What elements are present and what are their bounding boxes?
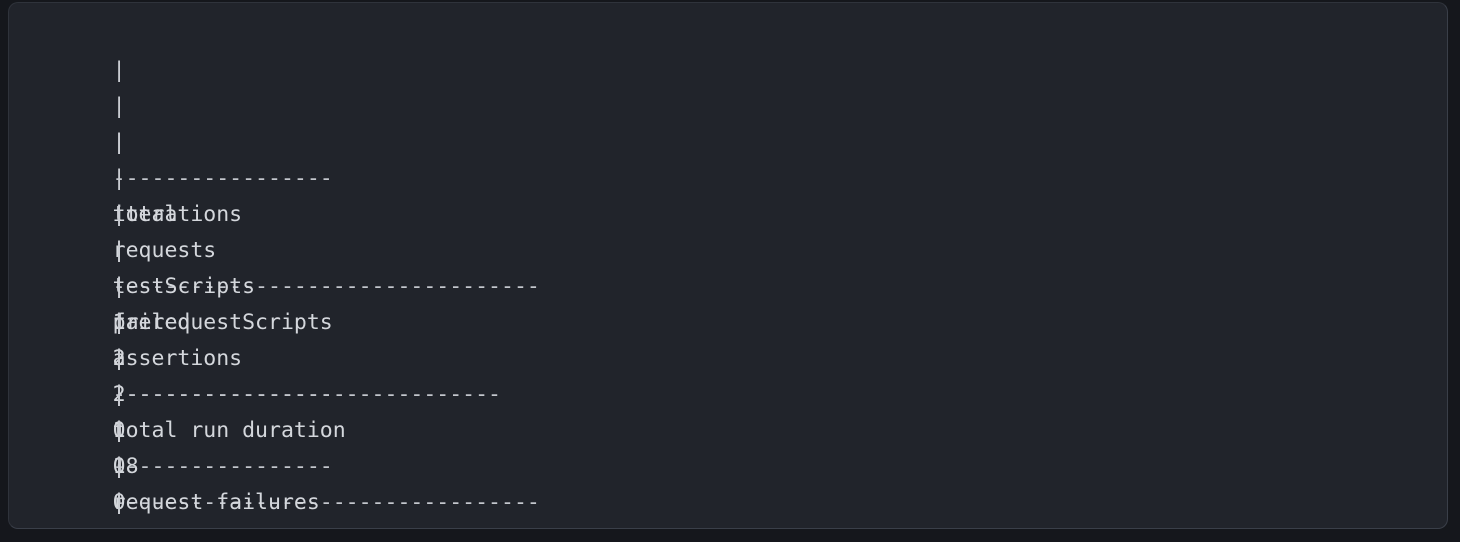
pipe-divider: | bbox=[112, 130, 126, 155]
table-separator-row: | ----------------- | ------------------… bbox=[35, 53, 1447, 443]
pipe-divider: | bbox=[112, 94, 126, 119]
pipe-divider: | bbox=[112, 346, 126, 371]
pipe-divider: | bbox=[112, 310, 126, 335]
separator-col1: ----------------- bbox=[112, 382, 333, 407]
table-row: | requests | 2 | 0 | bbox=[35, 125, 1447, 515]
pipe-divider: | bbox=[112, 202, 126, 227]
metric-name: requests bbox=[112, 238, 217, 263]
terminal-panel: | | total | failed | | -----------------… bbox=[8, 2, 1448, 529]
separator-col1: ----------------- bbox=[112, 166, 333, 191]
pipe-divider: | bbox=[112, 166, 126, 191]
pipe-divider: | bbox=[112, 490, 126, 515]
metric-name: assertions bbox=[112, 346, 243, 371]
pipe-divider: | bbox=[112, 454, 126, 479]
table-header-row: | | total | failed | bbox=[35, 17, 1447, 371]
metric-name: prerequestScripts bbox=[112, 310, 333, 335]
terminal-output: | | total | failed | | -----------------… bbox=[35, 17, 1447, 528]
metric-name: iterations bbox=[112, 202, 243, 227]
pipe-divider: | bbox=[113, 521, 128, 528]
pipe-divider: | bbox=[112, 58, 126, 83]
pipe-divider: | bbox=[112, 238, 126, 263]
duration-label: total run duration bbox=[112, 418, 346, 443]
failures-request-label: request failures bbox=[112, 490, 320, 515]
separator-col1: ----------------- bbox=[113, 521, 394, 528]
pipe-divider: | bbox=[112, 274, 126, 299]
pipe-divider: | bbox=[112, 382, 126, 407]
pipe-divider: | bbox=[112, 418, 126, 443]
separator-col1: ----------------- bbox=[112, 454, 333, 479]
metric-name: testScripts bbox=[112, 274, 256, 299]
